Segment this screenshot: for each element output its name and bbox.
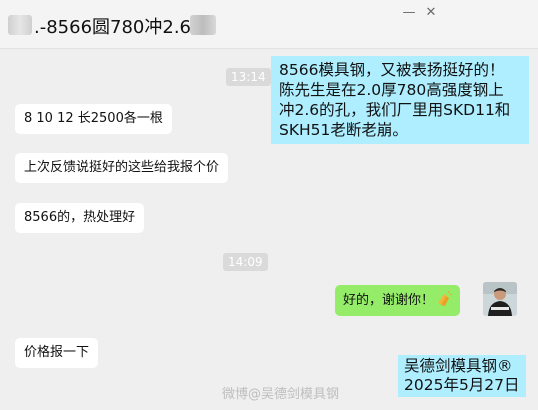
signature-box: 吴德剑模具钢® 2025年5月27日 (398, 355, 526, 397)
received-message[interactable]: 8566的，热处理好 (15, 203, 145, 233)
note-line: 陈先生是在2.0厚780高强度钢上 (279, 81, 504, 99)
note-line: 8566模具钢，又被表扬挺好的！ (279, 61, 505, 79)
chat-title: .-8566圆780冲2.6孔 (34, 17, 210, 38)
minimize-button[interactable]: — (398, 4, 420, 22)
received-message[interactable]: 8 10 12 长2500各一根 (15, 104, 172, 134)
sent-message-text: 好的，谢谢你！ (343, 293, 435, 308)
sent-message[interactable]: 好的，谢谢你！ (335, 285, 461, 316)
blurred-name-start (8, 15, 32, 35)
clapping-hands-icon (438, 291, 452, 306)
title-bar: .-8566圆780冲2.6孔 — ✕ (0, 0, 538, 49)
received-message[interactable]: 上次反馈说挺好的这些给我报个价 (15, 153, 229, 183)
note-line: 冲2.6的孔，我们厂里用SKD11和 (279, 101, 511, 119)
message-list: 13:14 8566模具钢，又被表扬挺好的！ 陈先生是在2.0厚780高强度钢上… (0, 49, 538, 410)
user-avatar[interactable] (483, 282, 517, 316)
avatar-image (483, 282, 517, 316)
note-line: SKH51老断老崩。 (279, 121, 408, 139)
signature-name: 吴德剑模具钢® (404, 357, 513, 375)
timestamp: 14:09 (223, 253, 268, 271)
annotation-note: 8566模具钢，又被表扬挺好的！ 陈先生是在2.0厚780高强度钢上 冲2.6的… (271, 56, 529, 144)
close-button[interactable]: ✕ (420, 4, 442, 22)
chat-window: .-8566圆780冲2.6孔 — ✕ 13:14 8566模具钢，又被表扬挺好… (0, 0, 538, 410)
timestamp: 13:14 (226, 68, 271, 86)
blurred-name-end (190, 15, 216, 35)
signature-date: 2025年5月27日 (404, 376, 520, 394)
received-message[interactable]: 价格报一下 (15, 338, 99, 368)
watermark: 微博@吴德剑模具钢 (222, 387, 340, 402)
